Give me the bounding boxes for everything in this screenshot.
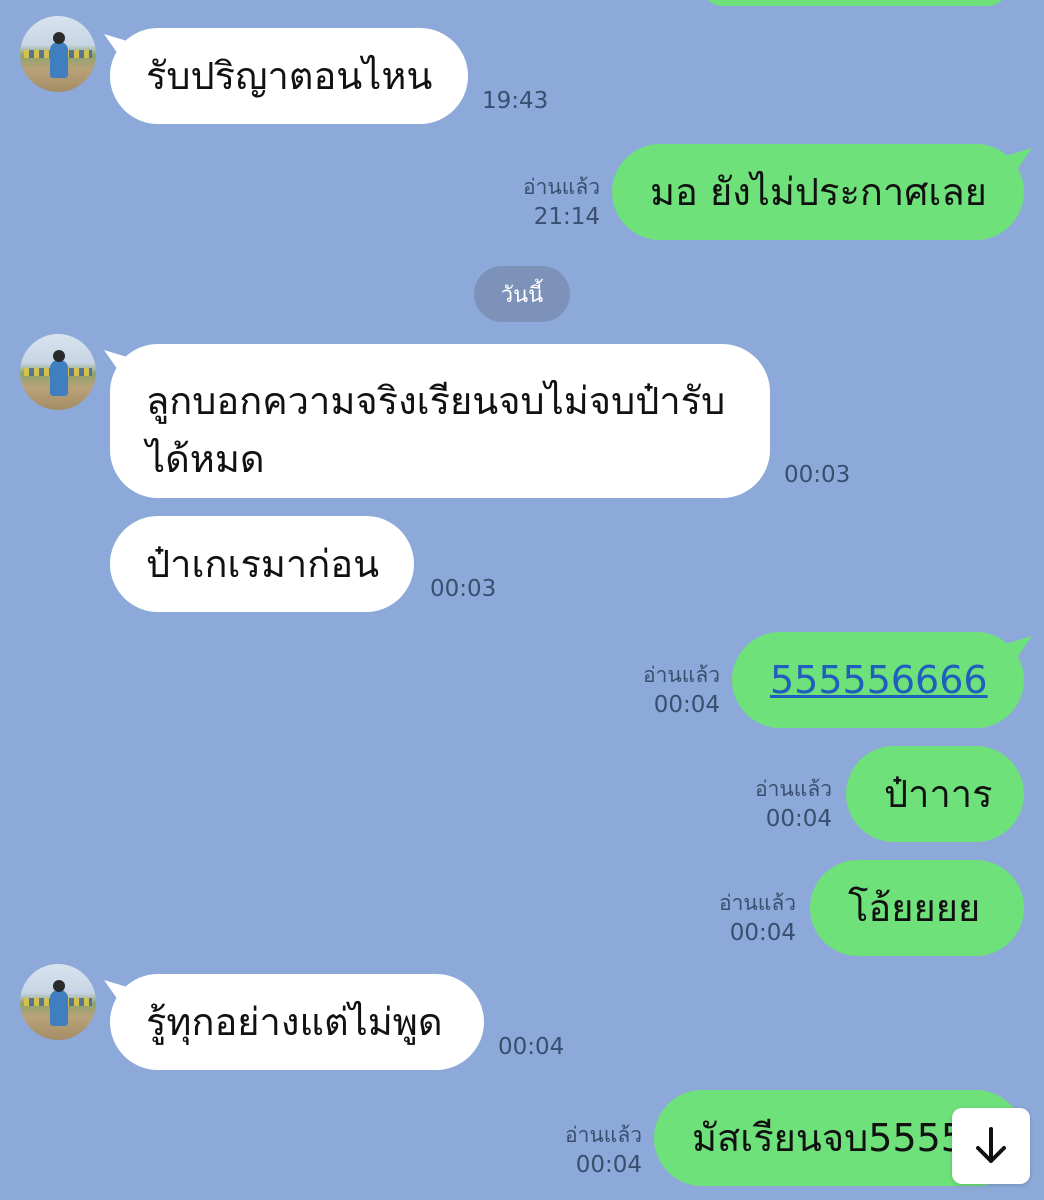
date-separator: วันนี้ — [474, 266, 570, 322]
read-label: อ่านแล้ว — [523, 175, 600, 199]
message-time: 00:04 — [765, 806, 832, 832]
message-bubble-incoming[interactable]: รับปริญาตอนไหน — [110, 28, 468, 124]
read-receipt: อ่านแล้ว 00:04 — [604, 660, 720, 720]
message-bubble-outgoing[interactable]: มอ ยังไม่ประกาศเลย — [612, 144, 1024, 240]
message-time: 00:04 — [729, 920, 796, 946]
message-text: มัสเรียนจบ5555 — [692, 1116, 965, 1160]
read-label: อ่านแล้ว — [565, 1123, 642, 1147]
contact-avatar[interactable] — [20, 334, 96, 410]
message-bubble-incoming[interactable]: ลูกบอกความจริงเรียนจบไม่จบป๋ารับได้หมด — [110, 344, 770, 498]
message-text: ป๋าาาร — [884, 772, 993, 816]
message-bubble-outgoing[interactable]: 555556666 — [732, 632, 1024, 728]
read-label: อ่านแล้ว — [643, 663, 720, 687]
read-label: อ่านแล้ว — [719, 891, 796, 915]
previous-message-bubble — [700, 0, 1010, 6]
read-receipt: อ่านแล้ว 21:14 — [484, 172, 600, 232]
message-bubble-outgoing[interactable]: โอ้ยยยย — [810, 860, 1024, 956]
message-text: รู้ทุกอย่างแต่ไม่พูด — [146, 1000, 443, 1044]
message-bubble-incoming[interactable]: รู้ทุกอย่างแต่ไม่พูด — [110, 974, 484, 1070]
message-text: โอ้ยยยย — [848, 886, 981, 930]
message-bubble-incoming[interactable]: ป๋าเกเรมาก่อน — [110, 516, 414, 612]
arrow-down-icon — [976, 1127, 1006, 1163]
read-receipt: อ่านแล้ว 00:04 — [526, 1120, 642, 1180]
message-time: 00:03 — [430, 576, 497, 602]
message-time: 19:43 — [482, 88, 549, 114]
phone-link[interactable]: 555556666 — [770, 651, 988, 709]
read-receipt: อ่านแล้ว 00:04 — [716, 774, 832, 834]
message-time: 21:14 — [533, 204, 600, 230]
scroll-to-bottom-button[interactable] — [952, 1108, 1030, 1184]
contact-avatar[interactable] — [20, 16, 96, 92]
message-text: ลูกบอกความจริงเรียนจบไม่จบป๋ารับได้หมด — [146, 379, 726, 481]
message-text: มอ ยังไม่ประกาศเลย — [650, 170, 987, 214]
contact-avatar[interactable] — [20, 964, 96, 1040]
message-text: ป๋าเกเรมาก่อน — [146, 542, 380, 586]
read-label: อ่านแล้ว — [755, 777, 832, 801]
message-bubble-outgoing[interactable]: ป๋าาาร — [846, 746, 1024, 842]
message-time: 00:03 — [784, 462, 851, 488]
message-time: 00:04 — [653, 692, 720, 718]
read-receipt: อ่านแล้ว 00:04 — [680, 888, 796, 948]
message-time: 00:04 — [498, 1034, 565, 1060]
message-text: รับปริญาตอนไหน — [146, 54, 433, 98]
message-time: 00:04 — [575, 1152, 642, 1178]
